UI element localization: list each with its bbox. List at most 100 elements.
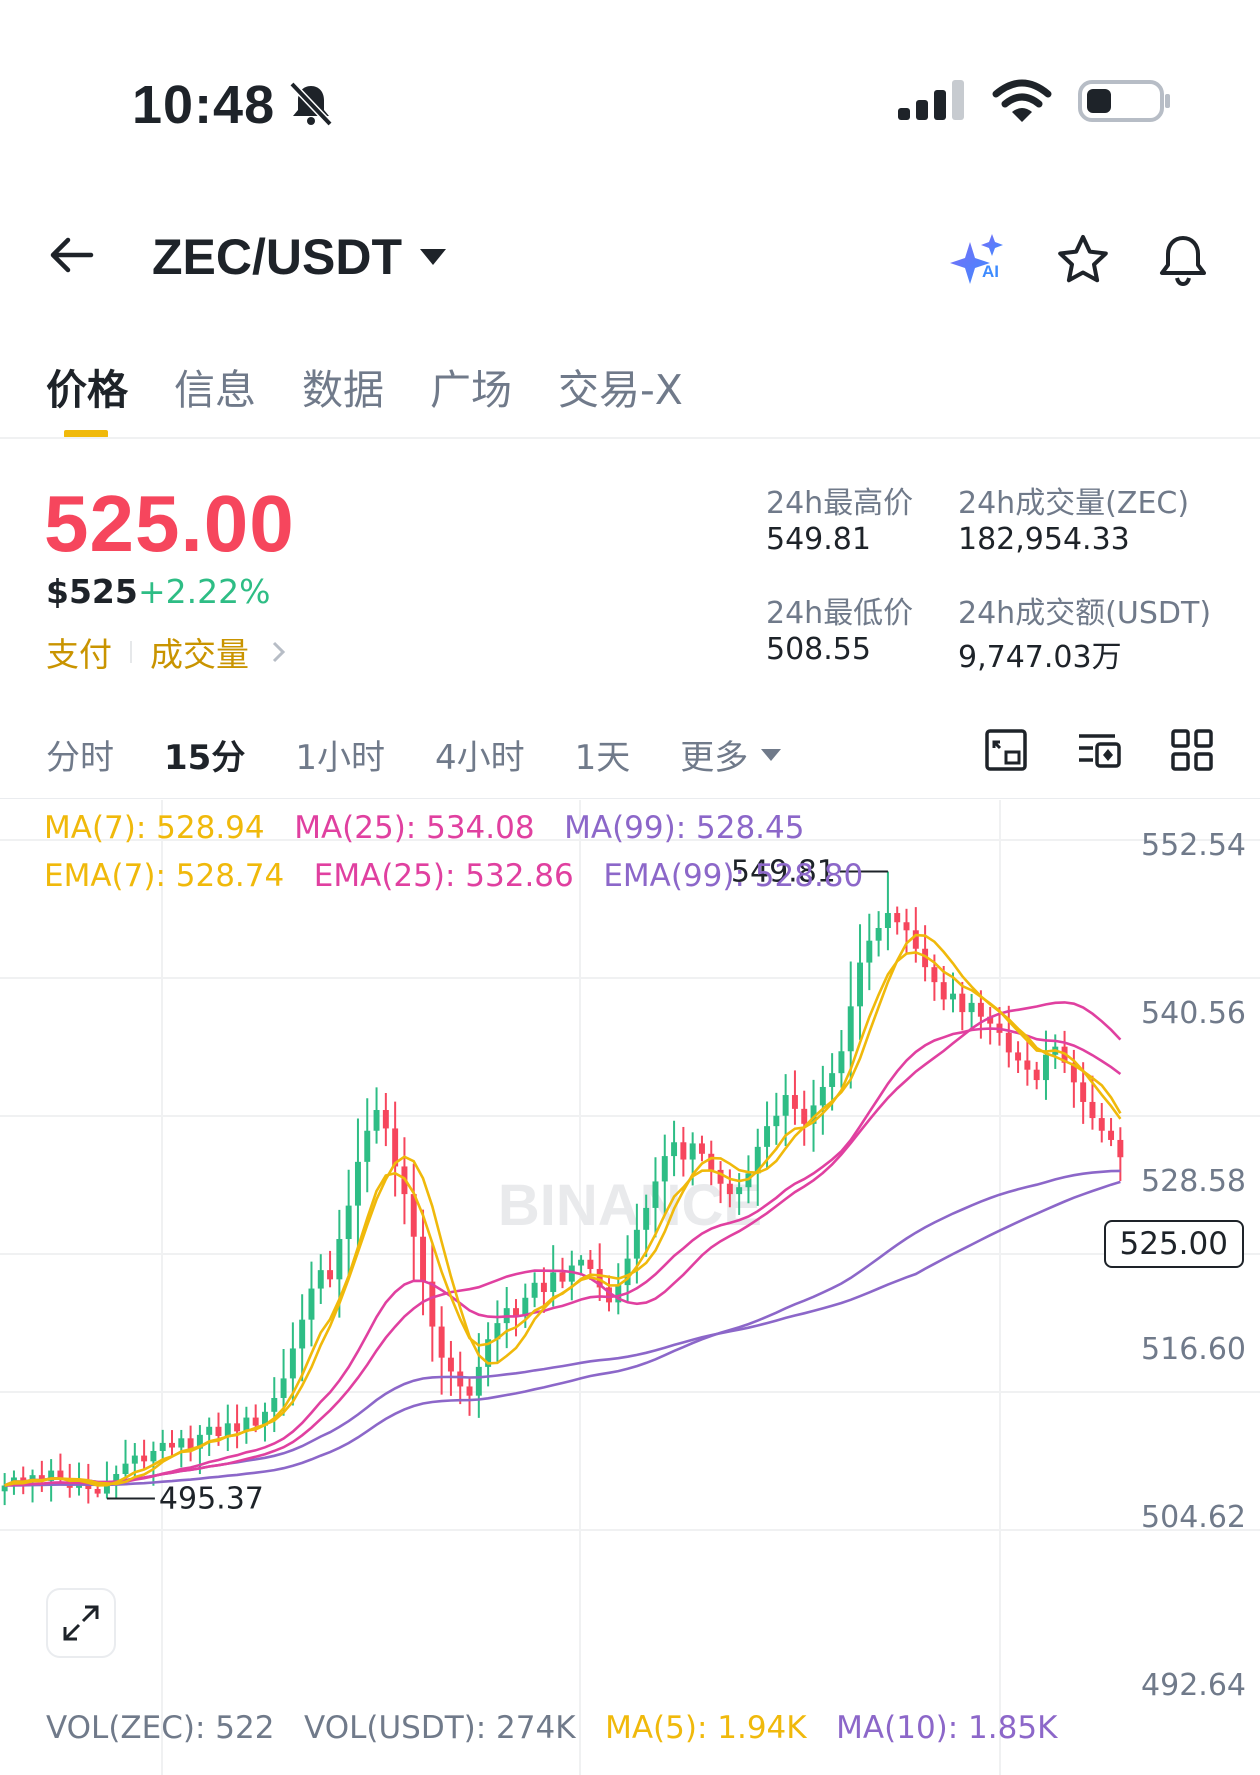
candle-body [857,962,863,1007]
candle-body [847,1006,854,1052]
candle-body [652,1181,659,1208]
interval-more[interactable]: 更多 [680,730,782,779]
candle-body [950,993,956,1000]
candle-body [159,1442,166,1451]
candle-body [429,1281,436,1327]
chart-grid [0,800,1260,1775]
pair-title: ZEC/USDT [152,229,402,285]
candle-body [550,1272,557,1293]
y-tick-label: 552.54 [1141,828,1246,863]
indicator-icon[interactable] [1076,728,1122,772]
status-time: 10:48 [132,75,276,135]
candle-body [252,1417,259,1426]
candle-body [94,1488,101,1494]
back-arrow-icon[interactable] [48,232,94,278]
pair-selector[interactable]: ZEC/USDT [152,228,448,286]
usd-price: $525 [46,572,138,611]
candle-body [894,913,901,923]
header-actions: AI [950,232,1210,288]
volume-indicators: VOL(ZEC): 522 VOL(USDT): 274K MA(5): 1.9… [46,1710,1057,1746]
interval-1d[interactable]: 1天 [575,730,631,779]
candle-body [206,1426,213,1435]
ma25-value: MA(25): 534.08 [294,810,535,846]
interval-tabs: 分时 15分 1小时 4小时 1天 更多 [46,730,782,779]
candle-body [224,1423,231,1437]
candle-body [633,1229,640,1259]
ema7-value: EMA(7): 528.74 [44,858,285,894]
candle-body [643,1207,650,1230]
candle-body [299,1319,306,1349]
candle-body [1042,1054,1049,1081]
tab-price[interactable]: 价格 [46,356,128,416]
candle-body [345,1205,352,1240]
candle-body [1089,1101,1096,1119]
candle-body [540,1282,547,1293]
candle-body [1015,1052,1022,1061]
low-value: 508.55 [766,632,871,667]
candle-body [531,1282,538,1298]
y-tick-label: 528.58 [1141,1164,1246,1199]
pay-link[interactable]: 支付 [46,628,112,676]
last-price: 525.00 [44,479,295,568]
link-separator [130,641,132,663]
candle-body [150,1450,157,1462]
expand-icon [63,1605,99,1641]
interval-4h[interactable]: 4小时 [435,730,525,779]
vol-ma5: MA(5): 1.94K [605,1710,807,1746]
candle-body [1024,1060,1031,1070]
vol-usdt-label: 24h成交额(USDT) [958,596,1212,631]
candle-body [698,1143,705,1154]
chart-tools [984,728,1214,772]
candle-body [977,1002,984,1017]
volume-link[interactable]: 成交量 [150,628,249,676]
bell-icon[interactable] [1156,233,1210,287]
grid-layout-icon[interactable] [1170,728,1214,772]
chart-settings-icon[interactable] [984,728,1028,772]
candle-body [829,1073,836,1087]
wifi-icon [992,79,1052,122]
fullscreen-button[interactable] [46,1588,116,1658]
tab-square[interactable]: 广场 [430,356,512,416]
price-links: 支付 成交量 [46,628,293,676]
candle-body [884,913,891,929]
ma-indicators: MA(7): 528.94 MA(25): 534.08 MA(99): 528… [44,810,804,846]
vol-zec-label: 24h成交量(ZEC) [958,486,1190,521]
chart-top-divider [0,798,1260,799]
tab-data[interactable]: 数据 [302,356,384,416]
candle-body [475,1366,482,1396]
candlestick-chart[interactable]: BINANCE 549.81 495.37 [0,800,1260,1775]
y-tick-label: 492.64 [1141,1668,1246,1703]
candle-body [959,993,966,1013]
candle-body [169,1442,175,1448]
candle-body [1108,1130,1115,1140]
candle-body [801,1108,808,1124]
interval-1h[interactable]: 1小时 [295,730,385,779]
tab-trade-x[interactable]: 交易-X [558,356,683,416]
tabs-divider [0,437,1260,439]
interval-time[interactable]: 分时 [46,730,114,779]
candle-body [838,1051,845,1074]
ai-label: AI [982,262,999,281]
candle-body [187,1438,194,1449]
interval-15m[interactable]: 15分 [164,730,245,779]
y-tick-label: 504.62 [1141,1500,1246,1535]
candle-body [438,1326,445,1358]
vol-zec-value: 182,954.33 [958,522,1130,557]
candle-body [671,1142,678,1157]
ema-indicators: EMA(7): 528.74 EMA(25): 532.86 EMA(99): … [44,858,863,894]
candle-body [327,1270,334,1280]
y-tick-label: 516.60 [1141,1332,1246,1367]
tab-info[interactable]: 信息 [174,356,256,416]
ema99-value: EMA(99): 528.80 [603,858,864,894]
candle-body [764,1126,771,1147]
chevron-right-icon [272,641,286,663]
ema25-line [4,1027,1122,1487]
candle-body [866,940,873,963]
candle-body [912,930,919,949]
ai-button[interactable]: AI [950,232,1010,288]
candle-body [447,1357,454,1372]
star-icon[interactable] [1056,233,1110,287]
candle-body [122,1463,129,1475]
ema25-value: EMA(25): 532.86 [313,858,574,894]
candle-body [289,1348,296,1379]
